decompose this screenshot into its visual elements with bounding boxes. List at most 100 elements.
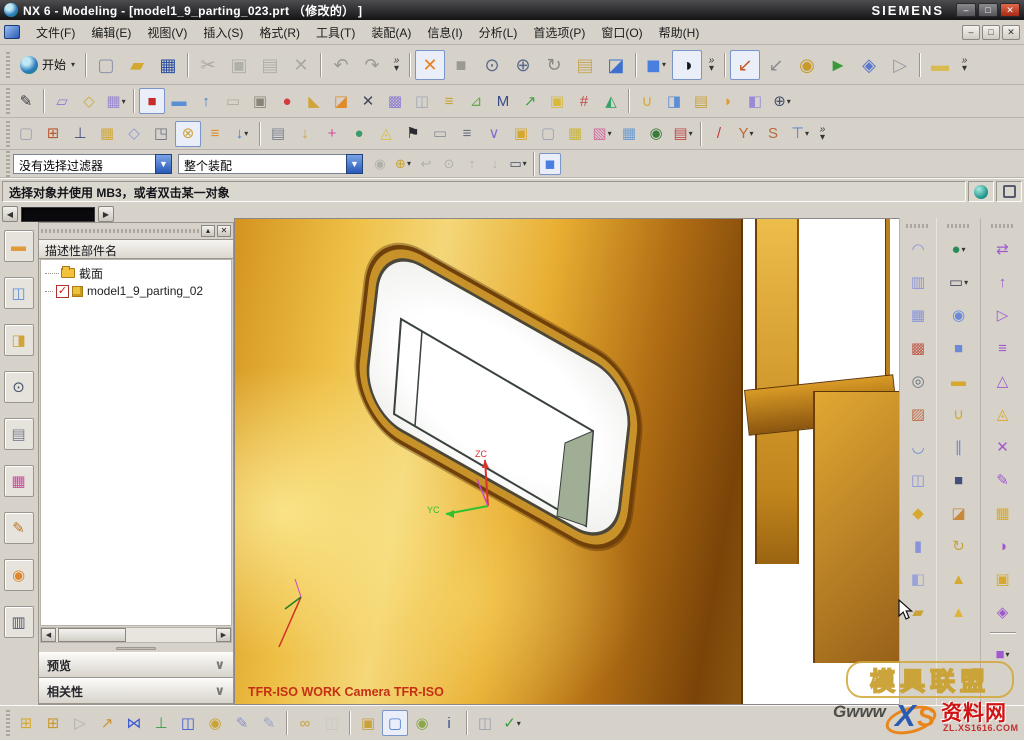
undo-button[interactable]: ↶ bbox=[326, 50, 356, 80]
rotate-view-button[interactable]: ↻ bbox=[539, 50, 569, 80]
dropdown-caret-icon[interactable]: ▾ bbox=[689, 129, 693, 138]
sheet-body-button[interactable]: ◧ bbox=[742, 88, 768, 114]
draft-button[interactable]: ⊿ bbox=[463, 88, 489, 114]
palette-button[interactable]: ▦ bbox=[4, 465, 34, 497]
align-gap-button[interactable]: ≡ bbox=[454, 121, 480, 147]
tree-item-label[interactable]: 截面 bbox=[79, 265, 103, 282]
deviation-check-button[interactable]: ∨ bbox=[481, 121, 507, 147]
csys-axes-button[interactable]: ⊥ bbox=[67, 121, 93, 147]
tree-horizontal-scrollbar[interactable]: ◀ ▶ bbox=[40, 627, 232, 643]
tree-item-label[interactable]: model1_9_parting_02 bbox=[87, 284, 203, 298]
menu-item-2[interactable]: 视图(V) bbox=[139, 21, 195, 44]
rectangle-tool-button[interactable]: ▭▾ bbox=[946, 269, 972, 295]
wcs-dynamics-button[interactable]: ↙ bbox=[761, 50, 791, 80]
start-button[interactable]: 开始 ▾ bbox=[13, 50, 82, 80]
mdi-close-button[interactable]: ✕ bbox=[1002, 25, 1020, 40]
selection-filter-combo[interactable]: 没有选择过滤器 ▼ bbox=[13, 154, 172, 174]
dropdown-caret-icon[interactable]: ▾ bbox=[244, 129, 248, 138]
datum-plane-grid-button[interactable]: ⊤▾ bbox=[787, 121, 813, 147]
snap-point-button[interactable]: ▷ bbox=[885, 50, 915, 80]
bounding-body-button[interactable]: ▣ bbox=[544, 88, 570, 114]
dependencies-section[interactable]: 相关性 ∨ bbox=[39, 678, 233, 704]
fit-view-button[interactable]: ✕ bbox=[415, 50, 445, 80]
split-body-button[interactable]: ✕ bbox=[355, 88, 381, 114]
close-button[interactable]: ✕ bbox=[1000, 3, 1020, 17]
spiral-tool-button[interactable]: ↻ bbox=[946, 533, 972, 559]
chain-link-1-button[interactable]: ∞ bbox=[292, 710, 318, 736]
studio-surface-button[interactable]: ▩ bbox=[905, 335, 931, 361]
toolbar-overflow-button[interactable]: »▾ bbox=[958, 57, 971, 73]
preview-section[interactable]: 预览 ∨ bbox=[39, 652, 233, 678]
delete-button[interactable]: ✕ bbox=[286, 50, 316, 80]
curve-mesh-button[interactable]: ▨ bbox=[905, 401, 931, 427]
menu-item-1[interactable]: 编辑(E) bbox=[83, 21, 139, 44]
cavity-list-button[interactable]: ≡ bbox=[990, 335, 1016, 361]
intersection-point-button[interactable]: ●▾ bbox=[946, 236, 972, 262]
dropdown-caret-icon[interactable]: ▾ bbox=[964, 278, 968, 287]
studio-spline-button[interactable]: S bbox=[760, 121, 786, 147]
edge-blend-button[interactable]: ● bbox=[274, 88, 300, 114]
section-surface-button[interactable]: ◎ bbox=[905, 368, 931, 394]
boundary-button[interactable]: ◳ bbox=[148, 121, 174, 147]
scroll-right-icon[interactable]: ▶ bbox=[216, 628, 231, 642]
round-pad-button[interactable]: ◉ bbox=[946, 302, 972, 328]
menu-item-4[interactable]: 格式(R) bbox=[251, 21, 308, 44]
component-info-button[interactable]: i bbox=[436, 710, 462, 736]
tree-item-section[interactable]: 截面 bbox=[43, 264, 229, 282]
select-up-button[interactable]: ↑ bbox=[461, 153, 483, 175]
notes-button[interactable]: ▤ bbox=[4, 418, 34, 450]
snap-enable-button[interactable]: ◉ bbox=[369, 153, 391, 175]
cavity-delete-button[interactable]: ✕ bbox=[990, 434, 1016, 460]
sequence-button[interactable]: ▢ bbox=[382, 710, 408, 736]
cavity-button[interactable]: ∪ bbox=[634, 88, 660, 114]
cavity-shade-button[interactable]: ◑ bbox=[990, 533, 1016, 559]
through-curve-mesh-button[interactable]: ▦ bbox=[905, 302, 931, 328]
scroll-thumb[interactable] bbox=[58, 628, 126, 642]
selection-filter-value[interactable]: 没有选择过滤器 bbox=[13, 154, 155, 174]
set-wcs-axis-button[interactable]: ► bbox=[823, 50, 853, 80]
dark-cube-button[interactable]: ■ bbox=[946, 467, 972, 493]
assembly-constraints-button[interactable]: ⊥ bbox=[148, 710, 174, 736]
dropdown-caret-icon[interactable]: ▾ bbox=[608, 129, 612, 138]
shaded-view-button[interactable]: ◼▾ bbox=[641, 50, 671, 80]
cavity-move-button[interactable]: ⇄ bbox=[990, 236, 1016, 262]
cavity-lift-button[interactable]: ↑ bbox=[990, 269, 1016, 295]
toolbar-drag-handle[interactable] bbox=[6, 121, 10, 147]
cavity-frame-button[interactable]: ▣ bbox=[990, 566, 1016, 592]
core-check-button[interactable]: ◬ bbox=[990, 401, 1016, 427]
cut-button[interactable]: ✂ bbox=[193, 50, 223, 80]
menu-item-11[interactable]: 帮助(H) bbox=[651, 21, 708, 44]
core-button[interactable]: ◨ bbox=[661, 88, 687, 114]
copy-button[interactable]: ▣ bbox=[224, 50, 254, 80]
zoom-box-button[interactable]: ■ bbox=[446, 50, 476, 80]
cylinder-button[interactable]: ▬ bbox=[166, 88, 192, 114]
mold-side-block[interactable] bbox=[813, 391, 900, 663]
cavity-check-button[interactable]: △ bbox=[990, 368, 1016, 394]
toolbar-drag-handle[interactable] bbox=[6, 52, 10, 78]
menu-item-7[interactable]: 信息(I) bbox=[419, 21, 470, 44]
edit-component-2-button[interactable]: ✎ bbox=[256, 710, 282, 736]
pocket-button[interactable]: ▭ bbox=[220, 88, 246, 114]
cavity-edit-button[interactable]: ✎ bbox=[990, 467, 1016, 493]
clearance-analysis-button[interactable]: ◫ bbox=[472, 710, 498, 736]
history-button[interactable]: ⊙ bbox=[4, 371, 34, 403]
select-down-button[interactable]: ↓ bbox=[484, 153, 506, 175]
chamfer-button[interactable]: ◣ bbox=[301, 88, 327, 114]
toolbar-drag-handle[interactable] bbox=[6, 151, 10, 177]
wcs-display-button[interactable]: ◈ bbox=[854, 50, 884, 80]
expressions-table-button[interactable]: ▦ bbox=[94, 121, 120, 147]
tube-surface-button[interactable]: ▮ bbox=[905, 533, 931, 559]
report-button[interactable]: ▤▾ bbox=[670, 121, 696, 147]
toolbar-drag-handle[interactable] bbox=[947, 224, 971, 228]
selection-scope-combo[interactable]: 整个装配 ▼ bbox=[178, 154, 363, 174]
part-list-button[interactable]: ▤ bbox=[265, 121, 291, 147]
ruled-surface-button[interactable]: ▥ bbox=[905, 269, 931, 295]
toolbar-overflow-button[interactable]: »▾ bbox=[390, 57, 403, 73]
visual-check-button[interactable]: ◉ bbox=[643, 121, 669, 147]
wave-geometry-linker-button[interactable]: M bbox=[490, 88, 516, 114]
chevron-down-icon[interactable]: ∨ bbox=[214, 657, 225, 673]
image-capture-button[interactable]: ▧▾ bbox=[589, 121, 615, 147]
cavity-gem-button[interactable]: ◈ bbox=[990, 599, 1016, 625]
menu-item-8[interactable]: 分析(L) bbox=[471, 21, 526, 44]
block-tool-button[interactable]: ■ bbox=[946, 335, 972, 361]
